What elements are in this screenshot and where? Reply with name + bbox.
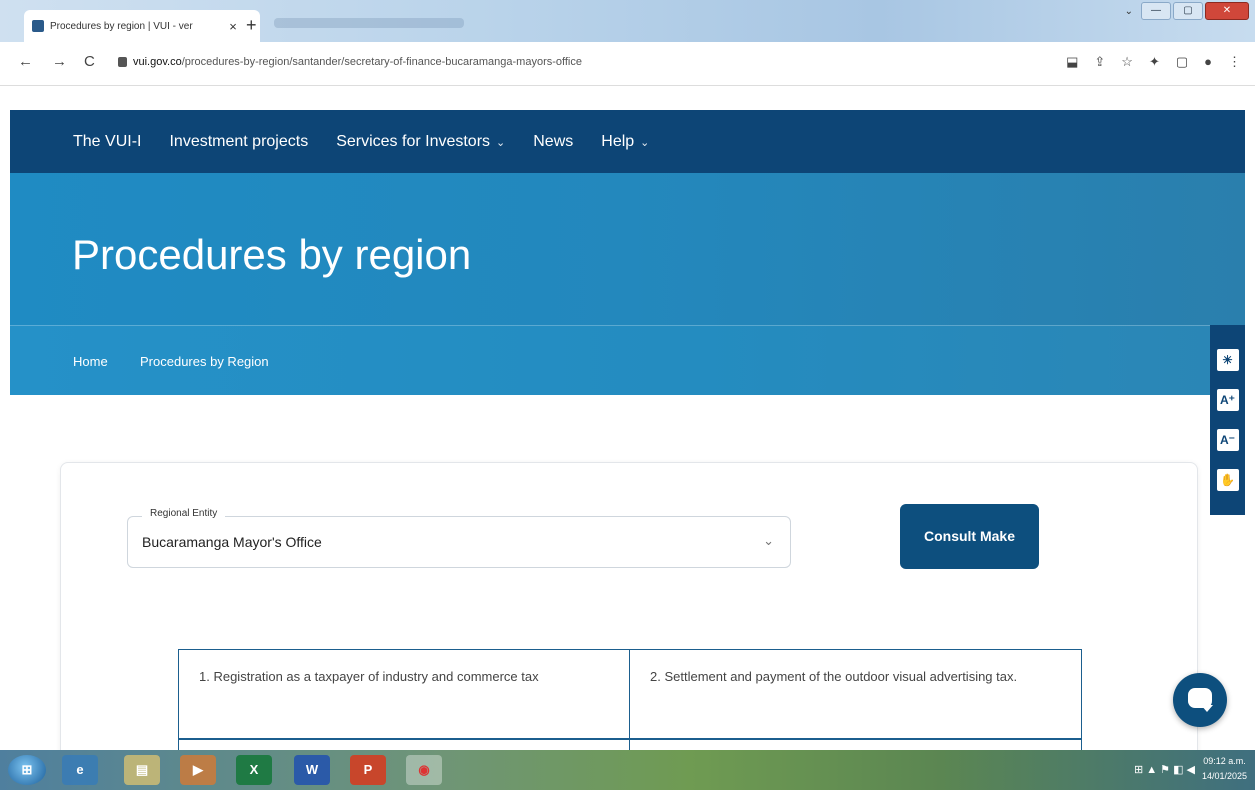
decrease-font-icon[interactable]: A⁻ [1216,429,1239,451]
translate-icon[interactable]: ⬓ [1066,54,1078,70]
clock-date: 14/01/2025 [1201,771,1247,781]
nav-item-label: Investment projects [169,132,309,150]
close-window-button[interactable]: ✕ [1205,2,1249,20]
url-path: /procedures-by-region/santander/secretar… [181,56,582,68]
nav-item-help[interactable]: Help ⌄ [601,133,649,151]
minimize-button[interactable]: — [1141,2,1171,20]
chat-bubble-tail [1201,705,1213,712]
nav-item-label: Help [601,132,635,150]
nav-item-services-for-investors[interactable]: Services for Investors ⌄ [336,133,505,151]
tab-strip-blur [274,18,464,28]
back-icon[interactable]: ← [18,54,33,70]
consult-make-button[interactable]: Consult Make [900,504,1039,569]
profile-icon[interactable]: ● [1204,54,1212,70]
browser-tab-bar: Procedures by region | VUI - ver × + ⌄ —… [0,0,1255,42]
increase-font-icon[interactable]: A⁺ [1216,389,1239,411]
page-hero: Procedures by region [10,173,1245,325]
lock-icon[interactable] [118,57,127,67]
nav-item-label: News [533,132,574,150]
nav-item-the-vui[interactable]: The VUI-I [73,133,141,151]
windows-taskbar: ⊞ e ▤ ▶ X W P ◉ ⊞ ▲ ⚑ ◧ ◀ 09:12 a.m. 14/… [0,750,1255,790]
browser-toolbar-icons: ⬓ ⇪ ☆ ✦ ▢ ● ⋮ [1066,54,1241,70]
contrast-icon[interactable]: ☀ [1216,349,1239,371]
nav-item-label: Services for Investors [336,132,491,150]
taskbar-clock[interactable]: 09:12 a.m. 14/01/2025 [1202,754,1247,784]
sign-language-icon[interactable]: ✋ [1216,469,1239,491]
word-icon[interactable]: W [294,755,330,785]
maximize-button[interactable]: ▢ [1173,2,1203,20]
window-controls: ⌄ — ▢ ✕ [1125,2,1249,20]
nav-item-label: The VUI-I [73,132,142,150]
chevron-down-icon: ⌄ [763,533,774,548]
chevron-down-icon: ⌄ [496,136,506,149]
chevron-down-icon: ⌄ [640,136,650,149]
tab-search-icon[interactable]: ⌄ [1125,6,1133,17]
url-domain: vui.gov.co [133,56,182,68]
browser-address-bar: ← → C vui.gov.co/procedures-by-region/sa… [0,42,1255,86]
side-panel-icon[interactable]: ▢ [1176,54,1188,70]
url-field[interactable]: vui.gov.co/procedures-by-region/santande… [133,56,582,68]
file-explorer-icon[interactable]: ▤ [124,755,160,785]
regional-entity-select[interactable]: Regional Entity Bucaramanga Mayor's Offi… [127,508,791,568]
bookmark-star-icon[interactable]: ☆ [1121,54,1133,70]
chat-button[interactable] [1173,673,1227,727]
tab-title: Procedures by region | VUI - ver [50,20,193,32]
regional-entity-value: Bucaramanga Mayor's Office [142,534,322,550]
reload-icon[interactable]: C [84,54,95,70]
system-tray[interactable]: ⊞ ▲ ⚑ ◧ ◀ [1134,763,1195,776]
breadcrumb-home-link[interactable]: Home [73,354,108,369]
browser-tab[interactable]: Procedures by region | VUI - ver × [24,10,260,42]
procedures-card: Regional Entity Bucaramanga Mayor's Offi… [60,462,1198,770]
main-navigation: The VUI-I Investment projects Services f… [10,110,1245,173]
share-icon[interactable]: ⇪ [1094,54,1105,70]
powerpoint-icon[interactable]: P [350,755,386,785]
procedure-item[interactable]: 2. Settlement and payment of the outdoor… [630,650,1081,740]
media-player-icon[interactable]: ▶ [180,755,216,785]
breadcrumb-current: Procedures by Region [140,354,269,369]
extensions-icon[interactable]: ✦ [1149,54,1160,70]
nav-item-news[interactable]: News [533,133,573,151]
breadcrumb: Home Procedures by Region [10,325,1245,395]
excel-icon[interactable]: X [236,755,272,785]
accessibility-toolbar: ☀ A⁺ A⁻ ✋ [1210,325,1245,515]
start-button[interactable]: ⊞ [8,755,46,785]
nav-item-investment-projects[interactable]: Investment projects [169,133,308,151]
tab-close-icon[interactable]: × [226,19,240,34]
clock-time: 09:12 a.m. [1203,756,1246,766]
browser-menu-icon[interactable]: ⋮ [1228,54,1241,70]
internet-explorer-icon[interactable]: e [62,755,98,785]
regional-entity-label: Regional Entity [142,508,226,519]
site-favicon-icon [32,20,44,32]
forward-icon[interactable]: → [52,54,67,70]
procedure-item[interactable]: 1. Registration as a taxpayer of industr… [179,650,630,740]
new-tab-button[interactable]: + [246,16,257,34]
chrome-icon[interactable]: ◉ [406,755,442,785]
page-title: Procedures by region [72,231,472,278]
